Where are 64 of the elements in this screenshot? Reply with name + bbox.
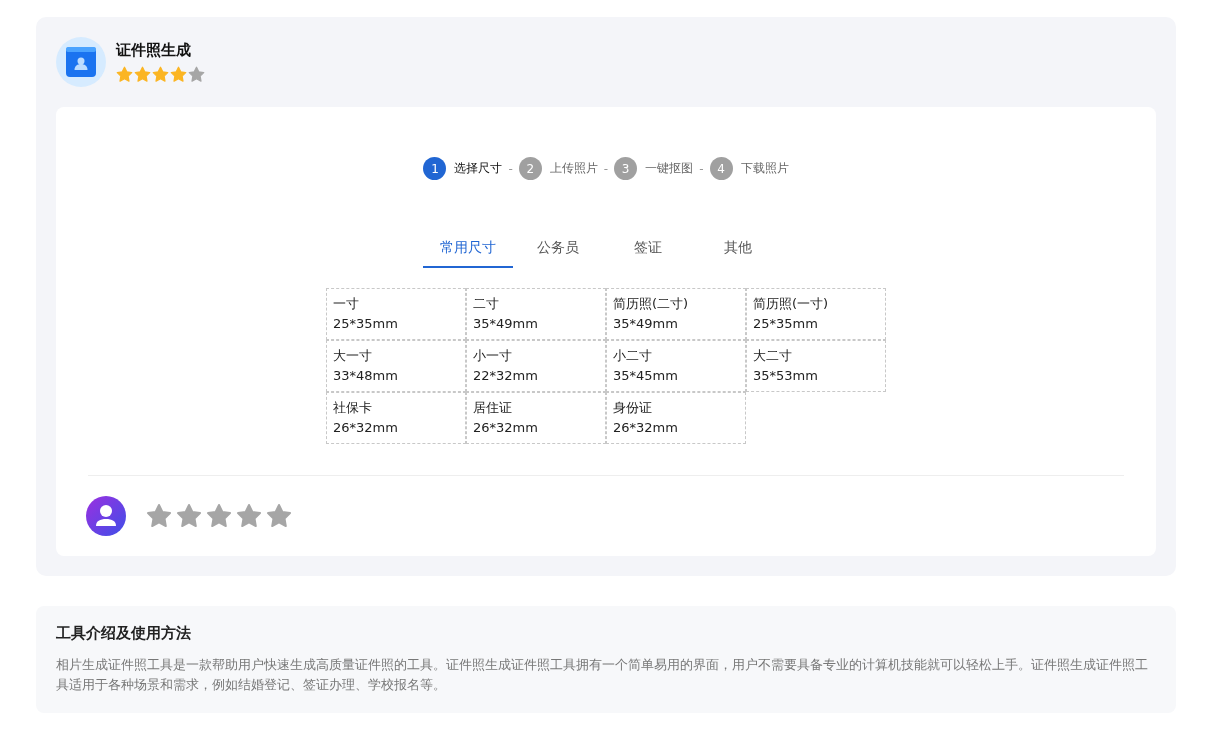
size-name: 大二寸	[753, 347, 793, 365]
id-photo-icon	[56, 37, 106, 87]
size-dimensions: 26*32mm	[473, 419, 539, 437]
step-label: 选择尺寸	[454, 160, 503, 177]
size-name: 简历照(二寸)	[613, 295, 690, 313]
size-dimensions: 26*32mm	[613, 419, 679, 437]
star-icon[interactable]	[236, 503, 262, 529]
size-option[interactable]: 大二寸 35*53mm	[746, 340, 886, 392]
star-icon	[170, 66, 187, 83]
step-label: 上传照片	[549, 160, 598, 177]
size-tab[interactable]: 公务员	[513, 230, 603, 268]
size-dimensions: 26*32mm	[333, 419, 399, 437]
size-name: 小一寸	[473, 347, 513, 365]
step-separator: -	[508, 161, 513, 176]
step-number: 1	[423, 157, 447, 180]
size-name: 大一寸	[333, 347, 373, 365]
step-separator: -	[603, 161, 609, 176]
size-dimensions: 25*35mm	[753, 315, 819, 333]
size-dimensions: 35*45mm	[613, 367, 679, 385]
size-option[interactable]: 二寸 35*49mm	[466, 288, 606, 340]
size-option[interactable]: 简历照(二寸) 35*49mm	[606, 288, 746, 340]
star-icon	[116, 66, 133, 83]
star-icon	[134, 66, 151, 83]
size-name: 一寸	[333, 295, 360, 313]
star-icon	[152, 66, 169, 83]
star-icon[interactable]	[206, 503, 232, 529]
step-number: 2	[518, 157, 542, 180]
size-name: 简历照(一寸)	[753, 295, 830, 313]
step-number: 3	[614, 157, 638, 180]
size-option[interactable]: 简历照(一寸) 25*35mm	[746, 288, 886, 340]
star-icon	[188, 66, 205, 83]
star-icon[interactable]	[146, 503, 172, 529]
size-name: 居住证	[473, 399, 513, 417]
size-option[interactable]: 身份证 26*32mm	[606, 392, 746, 444]
step-label: 下载照片	[740, 160, 789, 177]
rating-stars[interactable]	[146, 503, 292, 529]
intro-title: 工具介绍及使用方法	[56, 624, 192, 643]
star-icon[interactable]	[176, 503, 202, 529]
size-option[interactable]: 小一寸 22*32mm	[466, 340, 606, 392]
step-separator: -	[699, 161, 704, 176]
user-avatar-icon	[86, 496, 126, 536]
size-dimensions: 35*49mm	[613, 315, 679, 333]
intro-text: 相片生成证件照工具是一款帮助用户快速生成高质量证件照的工具。证件照生成证件照工具拥有一个简单易用的界面，用户不需要具备专业的计算机技能就可以轻松上手。证件照生成证件照工具适用于各种场景和需求，例如结婚登记、签证办理、学校报名等。	[56, 656, 1149, 694]
size-dimensions: 22*32mm	[473, 367, 539, 385]
size-dimensions: 33*48mm	[333, 367, 399, 385]
step-number: 4	[709, 157, 733, 180]
size-name: 身份证	[613, 399, 653, 417]
size-option[interactable]: 小二寸 35*45mm	[606, 340, 746, 392]
size-option[interactable]: 大一寸 33*48mm	[326, 340, 466, 392]
star-icon[interactable]	[266, 503, 292, 529]
size-option[interactable]: 居住证 26*32mm	[466, 392, 606, 444]
size-tab[interactable]: 签证	[603, 230, 693, 268]
size-name: 小二寸	[613, 347, 653, 365]
size-tab[interactable]: 常用尺寸	[423, 230, 513, 268]
size-option[interactable]: 一寸 25*35mm	[326, 288, 466, 340]
step-label: 一键抠图	[645, 160, 694, 177]
size-option[interactable]: 社保卡 26*32mm	[326, 392, 466, 444]
size-dimensions: 25*35mm	[333, 315, 399, 333]
size-tab[interactable]: 其他	[693, 230, 783, 268]
size-name: 二寸	[473, 295, 500, 313]
size-dimensions: 35*53mm	[753, 367, 819, 385]
tool-title: 证件照生成	[116, 41, 192, 60]
size-dimensions: 35*49mm	[473, 315, 539, 333]
size-name: 社保卡	[333, 399, 373, 417]
